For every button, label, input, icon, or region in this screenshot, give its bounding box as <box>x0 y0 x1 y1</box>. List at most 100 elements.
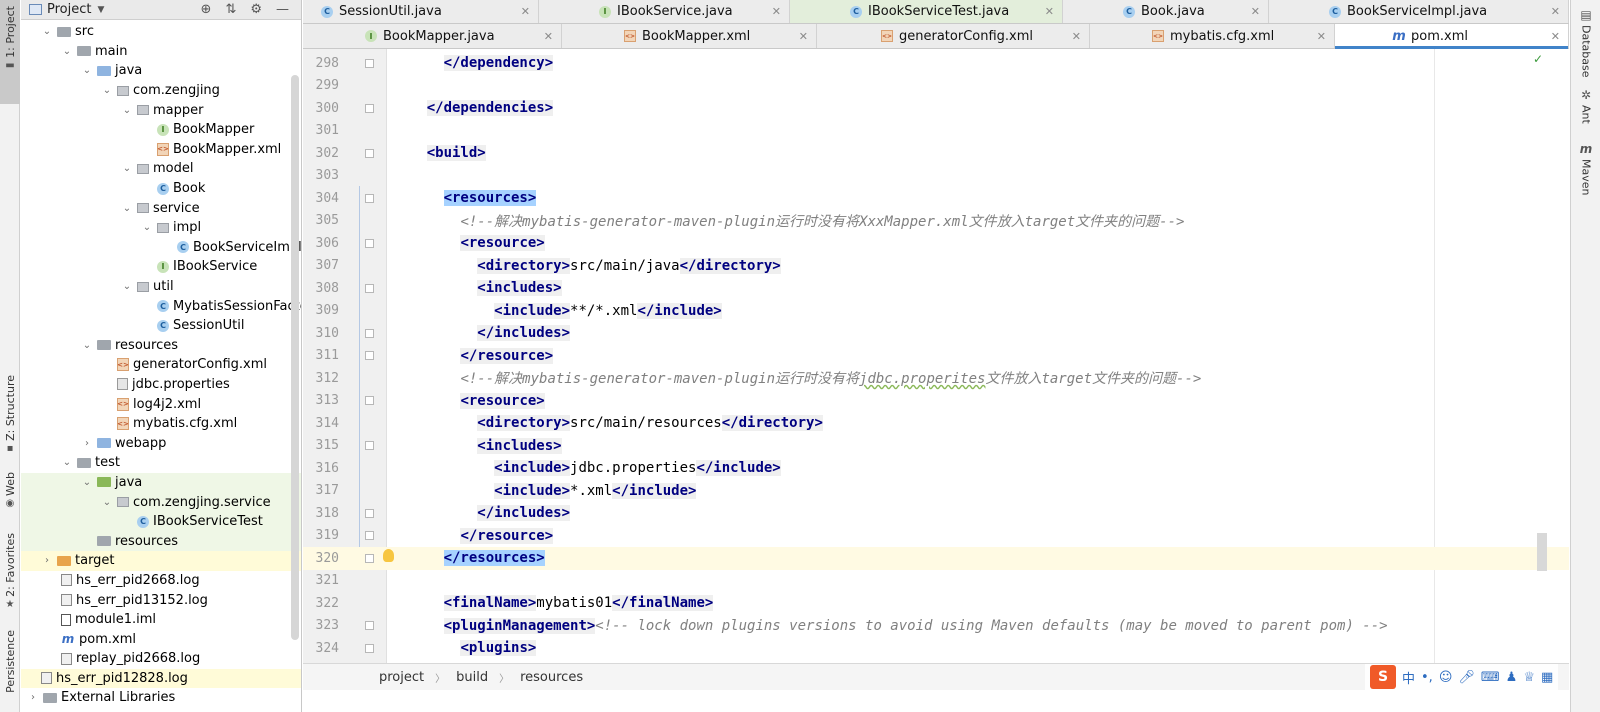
tree-row-file[interactable]: m pom.xml <box>21 629 301 649</box>
tree-row-file[interactable]: <> mybatis.cfg.xml <box>21 414 301 434</box>
chevron-down-icon[interactable]: ⌄ <box>81 65 93 76</box>
tree-row-file[interactable]: I IBookService <box>21 257 301 277</box>
code-line[interactable]: 320 </resources> <box>303 547 1569 570</box>
chevron-down-icon[interactable]: ⌄ <box>81 477 93 488</box>
chevron-down-icon[interactable]: ⌄ <box>141 222 153 233</box>
project-panel-title[interactable]: Project <box>47 2 91 17</box>
chevron-down-icon[interactable]: ⌄ <box>121 203 133 214</box>
code-editor[interactable]: 298 </dependency> 299 300 </dependencies> 3… <box>303 49 1569 663</box>
tree-row-package[interactable]: ⌄ com.zengjing.service <box>21 492 301 512</box>
tree-row-file[interactable]: C Book <box>21 179 301 199</box>
tree-row-package[interactable]: ⌄ model <box>21 159 301 179</box>
chevron-down-icon[interactable]: ⌄ <box>121 281 133 292</box>
tree-row-file[interactable]: hs_err_pid12828.log <box>21 668 301 689</box>
lightbulb-icon[interactable] <box>383 549 394 562</box>
tab-ibook-service[interactable]: I IBookService.java ✕ <box>539 0 790 23</box>
code-line[interactable]: 312 <!--解决mybatis-generator-maven-plugin… <box>303 367 1569 390</box>
tree-row-file[interactable]: replay_pid2668.log <box>21 649 301 669</box>
tool-tab-web[interactable]: Web ◉ <box>0 472 20 518</box>
close-icon[interactable]: ✕ <box>1045 5 1054 18</box>
tree-row-package[interactable]: ⌄ service <box>21 198 301 218</box>
close-icon[interactable]: ✕ <box>1251 5 1260 18</box>
close-icon[interactable]: ✕ <box>799 30 808 43</box>
tab-generator-config[interactable]: <> generatorConfig.xml ✕ <box>817 24 1090 48</box>
fold-marker-icon[interactable] <box>365 103 374 113</box>
chevron-down-icon[interactable]: ⌄ <box>61 457 73 468</box>
fold-marker-icon[interactable] <box>365 643 374 653</box>
collapse-all-icon[interactable]: ⇅ <box>225 2 236 17</box>
tree-row-test-resources[interactable]: resources <box>21 531 301 552</box>
fold-marker-icon[interactable] <box>365 396 374 406</box>
code-line[interactable]: 311 </resource> <box>303 345 1569 368</box>
fold-marker-icon[interactable] <box>365 238 374 248</box>
tree-row-package[interactable]: ⌄ mapper <box>21 100 301 120</box>
tree-row-src[interactable]: ⌄ src <box>21 22 301 42</box>
chevron-right-icon[interactable]: › <box>41 555 53 566</box>
tool-tab-favorites[interactable]: 2: Favorites ★ <box>0 533 20 613</box>
fold-marker-icon[interactable] <box>365 193 374 203</box>
code-line[interactable]: 300 </dependencies> <box>303 97 1569 120</box>
gear-icon[interactable]: ⚙ <box>250 2 262 17</box>
chevron-down-icon[interactable]: ⌄ <box>61 46 73 57</box>
punctuation-icon[interactable]: •, <box>1421 670 1433 685</box>
tree-row-package[interactable]: ⌄ impl <box>21 218 301 238</box>
keyboard-icon[interactable]: ⌨ <box>1481 670 1500 685</box>
close-icon[interactable]: ✕ <box>772 5 781 18</box>
tree-row-file[interactable]: hs_err_pid13152.log <box>21 590 301 610</box>
tool-tab-project[interactable]: 1: Project ▬ <box>0 0 20 104</box>
code-line[interactable]: 323 <pluginManagement><!-- lock down plu… <box>303 615 1569 638</box>
chevron-down-icon[interactable]: ▼ <box>97 5 104 15</box>
close-icon[interactable]: ✕ <box>1551 30 1560 43</box>
code-line[interactable]: 322 <finalName>mybatis01</finalName> <box>303 592 1569 615</box>
tree-row-file[interactable]: <> BookMapper.xml <box>21 140 301 160</box>
fold-marker-icon[interactable] <box>365 441 374 451</box>
chevron-down-icon[interactable]: ⌄ <box>41 26 53 37</box>
locate-icon[interactable]: ⊕ <box>201 2 212 17</box>
editor-scrollbar[interactable] <box>1537 533 1547 571</box>
microphone-icon[interactable]: 🎤︎ <box>1458 670 1475 685</box>
code-line[interactable]: 306 <resource> <box>303 232 1569 255</box>
fold-marker-icon[interactable] <box>365 283 374 293</box>
grid-icon[interactable]: ▦ <box>1541 670 1553 685</box>
chevron-down-icon[interactable]: ⌄ <box>121 105 133 116</box>
fold-marker-icon[interactable] <box>365 58 374 68</box>
tree-row-package[interactable]: ⌄ com.zengjing <box>21 81 301 101</box>
tab-book[interactable]: C Book.java ✕ <box>1063 0 1269 23</box>
code-line[interactable]: 315 <includes> <box>303 435 1569 458</box>
tree-row-resources[interactable]: ⌄ resources <box>21 336 301 356</box>
code-line[interactable]: 313 <resource> <box>303 390 1569 413</box>
tab-book-service-impl[interactable]: C BookServiceImpl.java ✕ <box>1269 0 1569 23</box>
tree-row-java[interactable]: ⌄ java <box>21 61 301 81</box>
tool-tab-persistence[interactable]: Persistence <box>0 630 20 712</box>
tab-ibook-service-test[interactable]: C IBookServiceTest.java ✕ <box>790 0 1063 23</box>
shirt-icon[interactable]: ♕ <box>1523 670 1535 685</box>
code-line[interactable]: 308 <includes> <box>303 277 1569 300</box>
tree-row-main[interactable]: ⌄ main <box>21 42 301 62</box>
code-line[interactable]: 310 </includes> <box>303 322 1569 345</box>
code-line[interactable]: 314 <directory>src/main/resources</direc… <box>303 412 1569 435</box>
tree-row-file[interactable]: I BookMapper <box>21 120 301 140</box>
tab-pom-xml[interactable]: m pom.xml ✕ <box>1335 24 1569 49</box>
tree-row-file[interactable]: hs_err_pid2668.log <box>21 571 301 591</box>
chevron-down-icon[interactable]: ⌄ <box>121 163 133 174</box>
tool-tab-structure[interactable]: Z: Structure ▪ <box>0 375 20 455</box>
close-icon[interactable]: ✕ <box>544 30 553 43</box>
ime-toolbar[interactable]: S 中 •, ☺ 🎤︎ ⌨ ♟ ♕ ▦ <box>1365 664 1559 690</box>
user-icon[interactable]: ♟ <box>1506 670 1518 685</box>
fold-marker-icon[interactable] <box>365 531 374 541</box>
chevron-down-icon[interactable]: ⌄ <box>101 85 113 96</box>
tree-row-test[interactable]: ⌄ test <box>21 453 301 473</box>
chevron-right-icon[interactable]: › <box>27 692 39 703</box>
code-line[interactable]: 303 <box>303 165 1569 188</box>
code-line[interactable]: 305 <!--解决mybatis-generator-maven-plugin… <box>303 210 1569 233</box>
close-icon[interactable]: ✕ <box>1072 30 1081 43</box>
tree-row-file[interactable]: <> log4j2.xml <box>21 394 301 414</box>
code-line[interactable]: 301 <box>303 120 1569 143</box>
tool-tab-ant[interactable]: ✲ Ant <box>1571 88 1600 124</box>
tab-session-util[interactable]: C SessionUtil.java ✕ <box>303 0 539 23</box>
code-line[interactable]: 317 <include>*.xml</include> <box>303 480 1569 503</box>
code-line[interactable]: 299 <box>303 75 1569 98</box>
code-line[interactable]: 324 <plugins> <box>303 637 1569 660</box>
breadcrumb-item[interactable]: build <box>456 670 488 685</box>
tree-row-external-libraries[interactable]: › External Libraries <box>21 688 301 708</box>
